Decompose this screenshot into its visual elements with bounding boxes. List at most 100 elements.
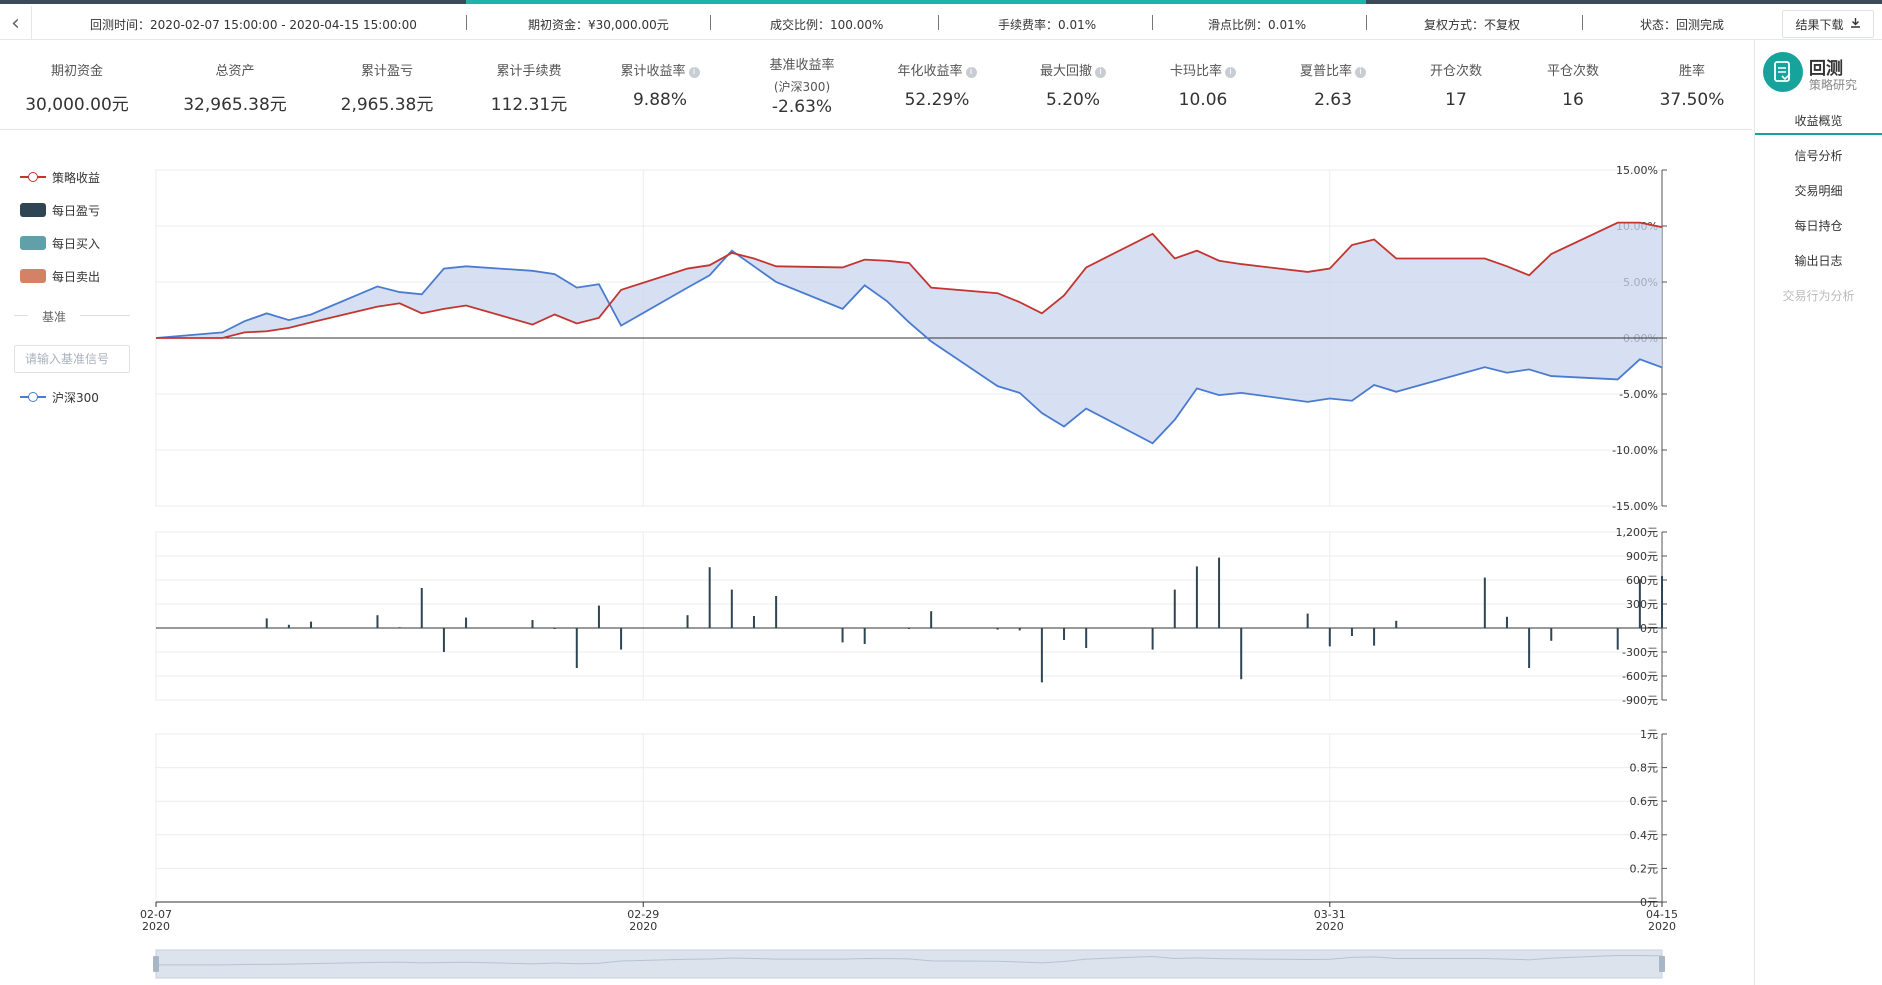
nav-item-daily-positions[interactable]: 每日持仓	[1755, 217, 1882, 234]
pnl-bar	[1063, 628, 1066, 640]
pnl-bar	[1505, 616, 1508, 628]
pnl-bar	[730, 589, 733, 628]
stat-value: 32,965.38元	[183, 95, 287, 115]
pnl-bar	[575, 628, 578, 668]
pnl-bar	[686, 615, 689, 628]
pnl-bar	[620, 628, 623, 650]
pnl-bar	[1040, 628, 1043, 683]
legend-item-daily-sell[interactable]: 每日卖出	[20, 267, 100, 285]
pnl-bar	[1151, 628, 1154, 650]
nav-item-signal-analysis[interactable]: 信号分析	[1755, 147, 1882, 164]
legend-swatch	[20, 269, 46, 283]
pnl-bar	[287, 624, 290, 628]
pnl-bar	[465, 617, 468, 628]
pnl-bar	[1373, 628, 1376, 646]
x-tick-label: 02-07	[140, 908, 172, 921]
right-sidebar: 回测 策略研究 收益概览 信号分析 交易明细 每日持仓 输出日志 交易行为分析	[1754, 40, 1882, 985]
benchmark-input[interactable]	[14, 345, 130, 373]
pnl-bar	[1173, 589, 1176, 628]
pnl-bar	[1306, 613, 1309, 628]
x-tick-year: 2020	[142, 920, 170, 933]
stat-label: 胜率	[1627, 60, 1757, 79]
nav-item-trade-details[interactable]: 交易明细	[1755, 182, 1882, 199]
nav-item-output-log[interactable]: 输出日志	[1755, 252, 1882, 269]
fill-ratio: 成交比例：100.00%	[770, 18, 884, 32]
pnl-bar	[310, 621, 313, 628]
pnl-bar	[442, 628, 445, 652]
x-tick-year: 2020	[1316, 920, 1344, 933]
y-tick-label: 1,200元	[1616, 526, 1659, 539]
adjust-mode: 复权方式：不复权	[1424, 18, 1521, 32]
y-tick-label: 0.6元	[1630, 795, 1659, 808]
pnl-bar	[841, 628, 844, 643]
stat-value: 112.31元	[490, 95, 568, 115]
pnl-bar	[863, 628, 866, 644]
stat-label: 卡玛比率 i	[1138, 60, 1268, 79]
stat-label-text: 最大回撤	[1039, 64, 1092, 79]
info-icon[interactable]: i	[688, 67, 700, 78]
info-icon[interactable]: i	[1095, 67, 1106, 78]
stat-value: 5.20%	[1045, 90, 1100, 110]
divider	[1366, 15, 1367, 30]
nav-item-behavior-analysis: 交易行为分析	[1782, 289, 1855, 303]
stat-label: 基准收益率	[737, 54, 867, 73]
pnl-bar	[1240, 628, 1243, 680]
stat-value: -2.63%	[771, 97, 833, 117]
zoom-handle-left[interactable]	[153, 956, 159, 972]
legend-swatch	[20, 236, 46, 250]
pnl-bar	[752, 616, 755, 628]
legend-line-icon	[20, 392, 46, 402]
y-tick-label: -900元	[1622, 694, 1658, 707]
stat-label: 最大回撤 i	[1008, 60, 1138, 79]
y-tick-label: 0.8元	[1630, 762, 1659, 775]
stat-label-text: 开仓次数	[1429, 64, 1482, 79]
download-label: 结果下载	[1795, 17, 1844, 32]
plot-border	[155, 169, 1663, 507]
benchmark-line	[155, 249, 1663, 445]
back-button[interactable]: ‹	[0, 6, 32, 40]
pnl-bar	[1350, 628, 1353, 636]
plot-border	[155, 531, 1663, 701]
stat-label-text: 累计收益率	[620, 64, 686, 79]
stat-label-text: 卡玛比率	[1169, 64, 1222, 79]
stat-label: 开仓次数	[1391, 60, 1521, 79]
stat-label: 期初资金	[12, 60, 142, 79]
info-icon[interactable]: i	[1225, 67, 1236, 78]
stat-label-text: 平仓次数	[1546, 64, 1599, 79]
download-results-button[interactable]: 结果下载	[1782, 10, 1874, 38]
legend-item-strategy[interactable]: 策略收益	[20, 168, 100, 186]
nav-item-overview[interactable]: 收益概览	[1755, 112, 1882, 129]
stat-label-text: 期初资金	[50, 64, 103, 79]
stat-label-text: 基准收益率	[769, 58, 835, 73]
divider	[1582, 15, 1583, 30]
y-tick-label: 10.00%	[1616, 220, 1658, 233]
stat-label: 总资产	[170, 60, 300, 79]
stat-label-text: 总资产	[215, 64, 255, 79]
pnl-bar	[996, 628, 999, 630]
stat-label-text: 胜率	[1678, 64, 1705, 79]
zoom-handle-right[interactable]	[1659, 956, 1665, 972]
pnl-bar	[908, 628, 910, 629]
pnl-bar	[1528, 628, 1531, 668]
divider	[1152, 15, 1153, 30]
legend-item-benchmark[interactable]: 沪深300	[20, 388, 99, 406]
stat-value: 30,000.00元	[25, 95, 129, 115]
top-accent-bar	[0, 0, 1882, 4]
legend-item-daily-pnl[interactable]: 每日盈亏	[20, 201, 100, 219]
chart-area: 15.00% 10.00% 5.00% 0.00% -5.00% -10.00% -15.0…	[140, 164, 1678, 979]
stat-value: 2,965.38元	[340, 95, 434, 115]
pnl-bar	[1018, 628, 1021, 631]
legend-item-daily-buy[interactable]: 每日买入	[20, 234, 100, 252]
pnl-bar	[1550, 628, 1553, 641]
legend-label: 沪深300	[52, 390, 99, 405]
info-icon[interactable]: i	[1355, 67, 1366, 78]
pnl-bar	[1638, 579, 1641, 628]
info-icon[interactable]: i	[965, 67, 977, 78]
strategy-line	[156, 221, 1663, 339]
pnl-bar	[1661, 576, 1663, 628]
legend-label: 每日盈亏	[52, 203, 101, 218]
pnl-bar	[775, 596, 778, 628]
zoom-slider	[155, 949, 1663, 979]
pnl-bar	[930, 611, 933, 628]
plot-border	[155, 733, 1663, 903]
